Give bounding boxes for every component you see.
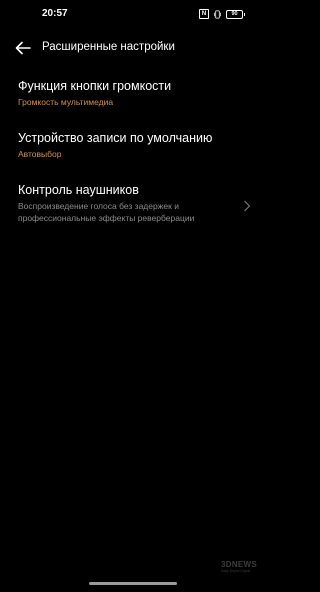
status-icons: N 90 bbox=[199, 9, 245, 19]
chevron-right-icon bbox=[244, 200, 251, 212]
setting-default-recording-device[interactable]: Устройство записи по умолчанию Автовыбор bbox=[0, 124, 265, 166]
settings-list: Функция кнопки громкости Громкость мульт… bbox=[0, 72, 265, 230]
battery-icon: 90 bbox=[226, 9, 245, 19]
setting-value: Громкость мультимедиа bbox=[18, 97, 114, 107]
setting-volume-button-function[interactable]: Функция кнопки громкости Громкость мульт… bbox=[0, 72, 265, 114]
nfc-icon: N bbox=[199, 9, 209, 19]
vibrate-icon bbox=[213, 9, 222, 19]
watermark-brand: 3DNEWS bbox=[221, 560, 258, 569]
setting-title: Функция кнопки громкости bbox=[18, 79, 172, 93]
watermark-logo: 3DNEWS Daily Digital Digest bbox=[221, 560, 259, 580]
setting-title: Контроль наушников bbox=[18, 183, 139, 197]
battery-level: 90 bbox=[226, 9, 243, 19]
setting-value: Автовыбор bbox=[18, 149, 62, 159]
watermark-tagline: Daily Digital Digest bbox=[221, 569, 251, 573]
status-bar: 20:57 N 90 bbox=[0, 0, 265, 30]
status-time: 20:57 bbox=[42, 8, 68, 19]
setting-title: Устройство записи по умолчанию bbox=[18, 131, 213, 145]
setting-description: Воспроизведение голоса без задержек и пр… bbox=[18, 201, 195, 223]
page-title: Расширенные настройки bbox=[42, 41, 175, 53]
navigation-handle[interactable] bbox=[89, 582, 177, 585]
back-button[interactable] bbox=[12, 38, 34, 58]
header: Расширенные настройки bbox=[0, 36, 265, 62]
arrow-left-icon bbox=[15, 41, 31, 55]
setting-headphone-monitoring[interactable]: Контроль наушников Воспроизведение голос… bbox=[0, 176, 265, 230]
